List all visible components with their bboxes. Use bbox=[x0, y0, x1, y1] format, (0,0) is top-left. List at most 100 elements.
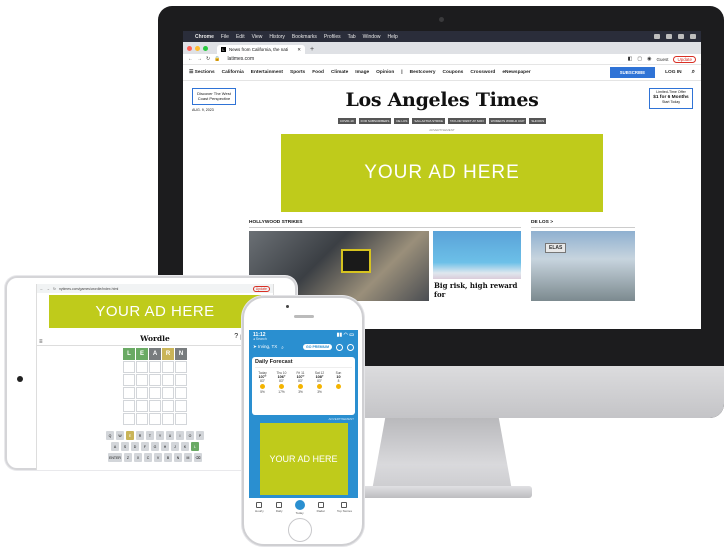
topic-chip[interactable]: TAYLOR SWIFT AT SOFI bbox=[448, 118, 486, 124]
browser-tab[interactable]: L News from California, the nati ✕ bbox=[217, 45, 305, 54]
profile-icon[interactable] bbox=[347, 343, 354, 351]
menubar-item[interactable]: View bbox=[252, 34, 263, 40]
topic-chip[interactable]: WOMEN'S WORLD CUP bbox=[488, 118, 527, 124]
section-title[interactable]: DE LOS > bbox=[531, 220, 635, 228]
menubar-item[interactable]: File bbox=[221, 34, 229, 40]
status-icon[interactable] bbox=[654, 34, 660, 39]
keyboard-key[interactable]: C bbox=[144, 453, 152, 462]
nav-link[interactable]: Entertainment bbox=[251, 70, 283, 75]
nav-link[interactable]: California bbox=[222, 70, 244, 75]
forward-icon[interactable]: → bbox=[47, 287, 51, 291]
close-tab-icon[interactable]: ✕ bbox=[297, 47, 301, 53]
nav-link[interactable]: Crossword bbox=[470, 70, 495, 75]
nav-link[interactable]: Coupons bbox=[443, 70, 464, 75]
keyboard-key[interactable]: H bbox=[161, 442, 169, 451]
back-icon[interactable]: ← bbox=[40, 287, 44, 291]
keyboard-key[interactable]: U bbox=[166, 431, 174, 440]
keyboard-key[interactable]: K bbox=[181, 442, 189, 451]
nav-link[interactable]: Opinion bbox=[376, 70, 394, 75]
zoom-window-icon[interactable] bbox=[203, 45, 208, 51]
reload-icon[interactable]: ↻ bbox=[53, 287, 56, 291]
back-icon[interactable]: ← bbox=[188, 56, 193, 62]
keyboard-key[interactable]: T bbox=[146, 431, 154, 440]
keyboard-key[interactable]: I bbox=[176, 431, 184, 440]
subscribe-button[interactable]: SUBSCRIBE bbox=[609, 67, 656, 78]
tab-item[interactable]: Today bbox=[294, 499, 305, 515]
search-icon[interactable]: ⌕ bbox=[692, 69, 695, 76]
keyboard-key[interactable]: B bbox=[164, 453, 172, 462]
topic-chip[interactable]: FOR SUBSCRIBERS bbox=[358, 118, 392, 124]
profile-icon[interactable]: ◉ bbox=[647, 56, 651, 62]
status-icon[interactable] bbox=[666, 34, 672, 39]
keyboard-key[interactable]: L bbox=[191, 442, 199, 451]
menubar-item[interactable]: Window bbox=[363, 34, 381, 40]
nav-link[interactable]: Sports bbox=[290, 70, 305, 75]
topic-chip[interactable]: DE LOS bbox=[394, 118, 410, 124]
nav-link[interactable]: Image bbox=[355, 70, 369, 75]
keyboard-key[interactable]: A bbox=[111, 442, 119, 451]
reload-icon[interactable]: ↻ bbox=[206, 56, 210, 62]
ad-banner[interactable]: YOUR AD HERE bbox=[259, 423, 348, 495]
menubar-item[interactable]: Profiles bbox=[324, 34, 341, 40]
keyboard-key[interactable]: ⌫ bbox=[194, 453, 202, 462]
menubar-item[interactable]: Bookmarks bbox=[292, 34, 317, 40]
tab-item[interactable]: Hourly bbox=[255, 501, 264, 513]
nav-link[interactable]: Food bbox=[312, 70, 324, 75]
forecast-day[interactable]: Sat 12 108° 83° 3% bbox=[312, 371, 327, 394]
keyboard-key[interactable]: Z bbox=[124, 453, 132, 462]
keyboard-key[interactable]: Y bbox=[156, 431, 164, 440]
battery-icon[interactable] bbox=[690, 34, 696, 39]
forecast-day[interactable]: Fri 11 107° 83° 3% bbox=[293, 371, 308, 394]
url-input[interactable]: latimes.com bbox=[227, 56, 254, 62]
login-button[interactable]: LOG IN bbox=[662, 70, 685, 75]
keyboard-key[interactable]: J bbox=[171, 442, 179, 451]
premium-button[interactable]: GO PREMIUM bbox=[303, 344, 332, 350]
keyboard-key[interactable]: F bbox=[141, 442, 149, 451]
site-logo[interactable]: Los Angeles Times bbox=[183, 89, 701, 111]
ad-banner[interactable]: YOUR AD HERE bbox=[49, 295, 261, 328]
sections-menu[interactable]: ☰ Sections bbox=[189, 70, 215, 75]
menubar-app[interactable]: Chrome bbox=[195, 34, 214, 40]
search-icon[interactable]: ⌕ bbox=[281, 345, 284, 350]
de-los-photo[interactable]: ELAS bbox=[531, 231, 635, 301]
nav-link[interactable]: eNewspaper bbox=[502, 70, 530, 75]
update-button[interactable]: Update bbox=[673, 55, 696, 63]
keyboard-key[interactable]: M bbox=[184, 453, 192, 462]
keyboard-key[interactable]: E bbox=[126, 431, 134, 440]
forecast-card[interactable]: Daily Forecast Today 107° 83° 5% Thu 10 106° 8… bbox=[252, 357, 355, 415]
topic-chip[interactable]: SAG-AFTRA STRIKE bbox=[412, 118, 446, 124]
keyboard-key[interactable]: Q bbox=[106, 431, 114, 440]
nav-link[interactable]: Climate bbox=[331, 70, 348, 75]
keyboard-key[interactable]: N bbox=[174, 453, 182, 462]
story-headline[interactable]: Big risk, high reward for bbox=[433, 279, 521, 301]
keyboard-key[interactable]: V bbox=[154, 453, 162, 462]
keyboard-key[interactable]: G bbox=[151, 442, 159, 451]
forecast-day[interactable]: Today 107° 83° 5% bbox=[255, 371, 270, 394]
tab-item[interactable]: Top Stories bbox=[337, 501, 352, 513]
section-title[interactable]: HOLLYWOOD STRIKES bbox=[249, 220, 521, 228]
keyboard-key[interactable]: S bbox=[121, 442, 129, 451]
ad-banner[interactable]: YOUR AD HERE bbox=[281, 134, 603, 212]
keyboard-key[interactable]: O bbox=[186, 431, 194, 440]
location-label[interactable]: ➤ Irving, TX bbox=[253, 344, 277, 350]
bell-icon[interactable] bbox=[336, 343, 343, 351]
close-window-icon[interactable] bbox=[187, 45, 192, 51]
extension-icon[interactable]: ◧ bbox=[628, 56, 633, 62]
topic-chip[interactable]: SHOOKS bbox=[529, 118, 547, 124]
wifi-icon[interactable] bbox=[678, 34, 684, 39]
menubar-item[interactable]: Tab bbox=[348, 34, 356, 40]
minimize-window-icon[interactable] bbox=[195, 45, 200, 51]
keyboard-key[interactable]: X bbox=[134, 453, 142, 462]
forward-icon[interactable]: → bbox=[197, 56, 202, 62]
tab-item[interactable]: Daily bbox=[276, 501, 282, 513]
keyboard-key[interactable]: ENTER bbox=[108, 453, 122, 462]
sidepanel-icon[interactable]: ▢ bbox=[637, 56, 642, 62]
update-button[interactable]: Update bbox=[252, 285, 270, 292]
keyboard-key[interactable]: W bbox=[116, 431, 124, 440]
menu-icon[interactable]: ≡ bbox=[39, 339, 43, 345]
topic-chip[interactable]: COVID-19 bbox=[337, 118, 356, 124]
guest-label[interactable]: Guest bbox=[656, 57, 668, 62]
url-input[interactable]: nytimes.com/games/wordle/index.html bbox=[59, 287, 118, 291]
nav-link[interactable]: Bestcovery bbox=[410, 70, 436, 75]
menubar-item[interactable]: History bbox=[269, 34, 285, 40]
